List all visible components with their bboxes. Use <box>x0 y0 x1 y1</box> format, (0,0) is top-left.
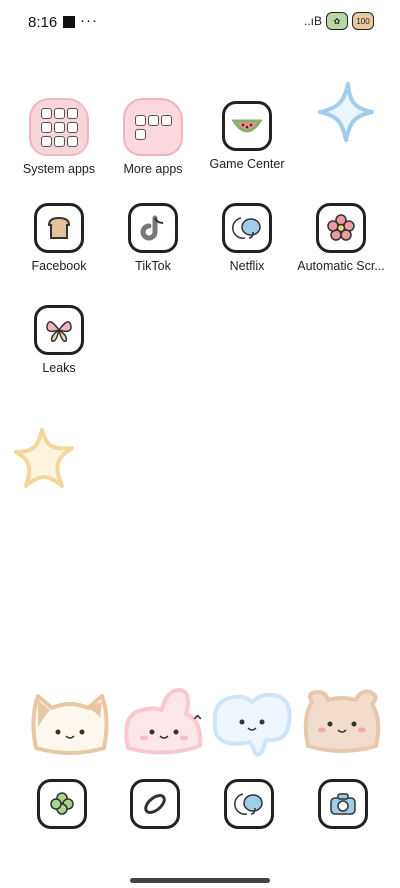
link-chain-icon <box>130 779 180 829</box>
app-tiktok[interactable]: TikTok <box>108 203 198 273</box>
app-system-apps[interactable]: System apps <box>14 98 104 176</box>
status-time: 8:16 <box>28 14 58 31</box>
app-drawer-chevron-up-icon[interactable]: ⌃ <box>190 712 205 733</box>
dock-phone-app[interactable] <box>37 779 87 829</box>
app-netflix[interactable]: Netflix <box>202 203 292 273</box>
tiktok-snail-icon <box>128 203 178 253</box>
cat-face-icon <box>31 694 109 755</box>
app-label: Netflix <box>229 259 265 273</box>
app-label: Game Center <box>209 157 285 171</box>
yellow-star-icon <box>14 428 74 488</box>
bread-icon <box>34 203 84 253</box>
app-label: Facebook <box>31 259 87 273</box>
flower-icon <box>316 203 366 253</box>
wifi-icon: ✿ <box>326 12 348 30</box>
app-leaks[interactable]: Leaks <box>14 305 104 375</box>
dock-messages-app[interactable] <box>130 779 180 829</box>
blue-star-icon <box>318 82 374 142</box>
app-label: More apps <box>123 162 183 176</box>
elephant-face-icon <box>212 692 292 757</box>
app-label: TikTok <box>135 259 171 273</box>
bunny-folder-icon <box>123 98 183 156</box>
app-automatic-scr[interactable]: Automatic Scr... <box>296 203 386 273</box>
elephant-moon-icon <box>224 779 274 829</box>
folder-icon <box>29 98 89 156</box>
elephant-moon-icon <box>222 203 272 253</box>
dock-browser-app[interactable] <box>224 779 274 829</box>
app-label: Automatic Scr... <box>297 259 385 273</box>
app-facebook[interactable]: Facebook <box>14 203 104 273</box>
butterfly-icon <box>34 305 84 355</box>
signal-icon: ..ıB <box>303 14 322 28</box>
status-icons: ..ıB ✿ 100 <box>304 12 374 30</box>
app-label: Leaks <box>42 361 76 375</box>
app-more-apps[interactable]: More apps <box>108 98 198 176</box>
watermelon-icon <box>222 101 272 151</box>
bear-face-icon <box>303 689 381 753</box>
clover-icon <box>37 779 87 829</box>
app-game-center[interactable]: Game Center <box>202 101 292 171</box>
battery-icon: 100 <box>352 12 374 30</box>
app-label: System apps <box>22 162 96 176</box>
dock-camera-app[interactable] <box>318 779 368 829</box>
notification-square-icon <box>63 16 75 28</box>
status-bar: 8:16 ··· ..ıB ✿ 100 <box>0 0 400 44</box>
more-notifications-icon: ··· <box>80 12 98 29</box>
home-indicator[interactable] <box>130 878 270 883</box>
camera-icon <box>318 779 368 829</box>
